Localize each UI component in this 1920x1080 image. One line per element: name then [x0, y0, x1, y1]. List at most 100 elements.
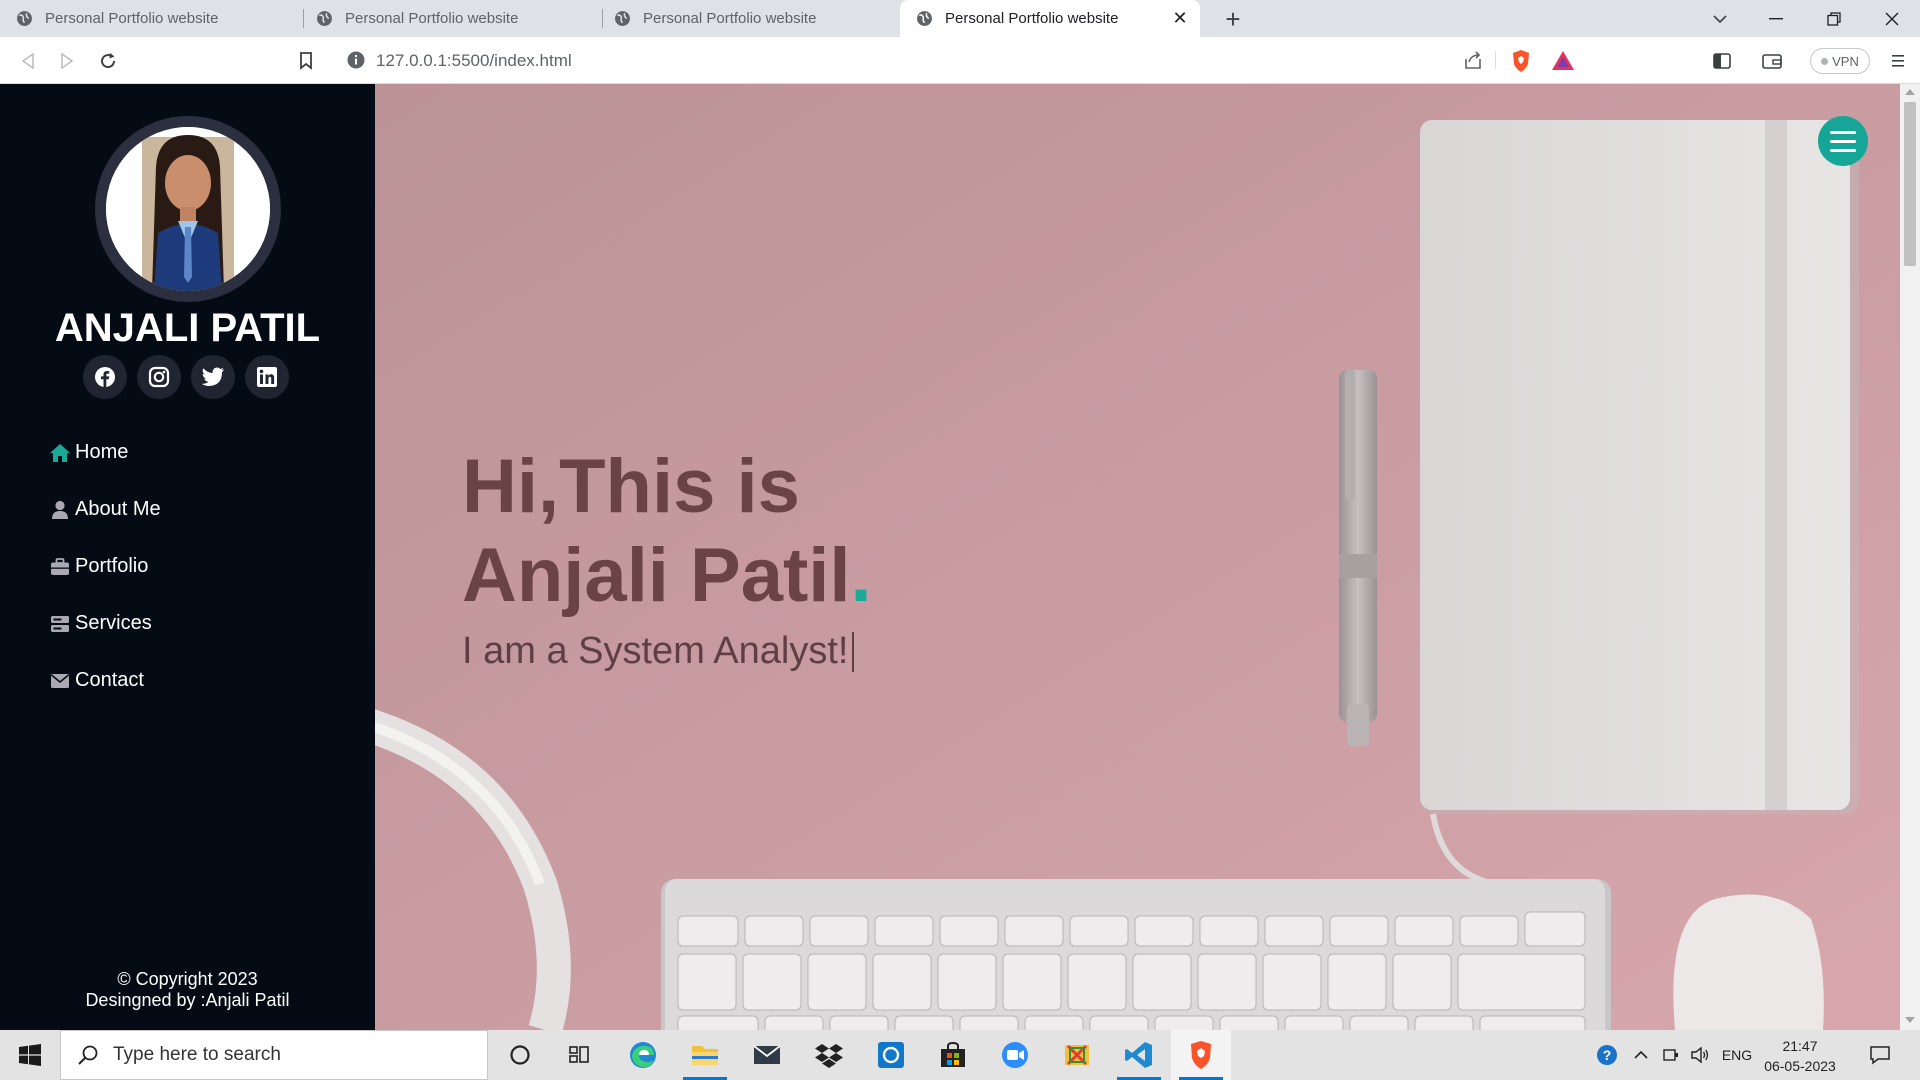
file-explorer-icon[interactable]: [675, 1030, 735, 1080]
task-view-icon[interactable]: [550, 1030, 610, 1080]
user-icon: [49, 499, 71, 521]
hamburger-icon-bar: [1830, 139, 1856, 143]
sidebar-toggle-icon[interactable]: [1708, 47, 1736, 75]
windows-icon: [19, 1044, 41, 1066]
close-tab-icon[interactable]: ✕: [1170, 8, 1190, 28]
wallet-icon[interactable]: [1758, 47, 1786, 75]
tab-4-active[interactable]: Personal Portfolio website ✕: [900, 0, 1200, 37]
hero-title-line2: Anjali Patil.: [462, 531, 872, 620]
envelope-icon: [49, 670, 71, 692]
home-icon: [49, 442, 71, 464]
sidebar: ANJALI PATIL Home About Me Portfolio Ser…: [0, 84, 375, 1030]
hamburger-icon-bar: [1830, 130, 1856, 134]
notifications-icon[interactable]: [1862, 1030, 1898, 1080]
close-window-button[interactable]: [1868, 0, 1916, 37]
tab-title: Personal Portfolio website: [945, 10, 1119, 27]
brave-shields-icon[interactable]: [1508, 48, 1534, 74]
nav-item-home[interactable]: Home: [49, 424, 161, 481]
globe-icon: [317, 11, 332, 26]
power-icon[interactable]: [1658, 1030, 1684, 1080]
globe-icon: [17, 11, 32, 26]
scroll-thumb[interactable]: [1904, 102, 1916, 266]
brave-rewards-icon[interactable]: [1550, 48, 1576, 74]
taskbar-search-box[interactable]: Type here to search: [60, 1030, 488, 1080]
svg-text:?: ?: [1603, 1047, 1612, 1063]
clock-time: 21:47: [1782, 1038, 1818, 1054]
snip-icon[interactable]: [1047, 1030, 1107, 1080]
nav-label-contact: Contact: [75, 669, 144, 691]
vpn-button[interactable]: VPN: [1810, 48, 1870, 74]
zoom-icon[interactable]: [985, 1030, 1045, 1080]
tab-2[interactable]: Personal Portfolio website: [300, 0, 598, 37]
profile-photo: [106, 127, 270, 291]
clock-date: 06-05-2023: [1764, 1058, 1836, 1074]
hero-section: Hi,This is Anjali Patil. I am a System A…: [375, 84, 1900, 1030]
omnibox-divider: [1495, 51, 1496, 69]
help-icon[interactable]: ?: [1592, 1030, 1622, 1080]
brave-icon[interactable]: [1171, 1030, 1231, 1080]
tab-title: Personal Portfolio website: [643, 10, 817, 27]
page-scrollbar[interactable]: [1900, 84, 1920, 1030]
app-icon[interactable]: [861, 1030, 921, 1080]
scroll-up-arrow-icon[interactable]: [1905, 89, 1915, 95]
tab-3[interactable]: Personal Portfolio website: [598, 0, 898, 37]
nav-item-portfolio[interactable]: Portfolio: [49, 538, 161, 595]
restore-button[interactable]: [1810, 0, 1858, 37]
info-icon[interactable]: [346, 50, 366, 70]
store-icon[interactable]: [923, 1030, 983, 1080]
mobile-nav-toggle-button[interactable]: [1818, 116, 1868, 166]
tab-1[interactable]: Personal Portfolio website: [0, 0, 300, 37]
tab-search-chevron-icon[interactable]: [1696, 0, 1744, 37]
menu-icon[interactable]: [1884, 47, 1912, 75]
dropbox-icon[interactable]: [799, 1030, 859, 1080]
profile-photo-ring: [95, 116, 281, 302]
sidebar-nav: Home About Me Portfolio Services Contact: [49, 424, 161, 709]
tab-title: Personal Portfolio website: [45, 10, 219, 27]
hero-name: Anjali Patil: [462, 533, 851, 618]
typing-cursor: [852, 631, 855, 672]
language-indicator[interactable]: ENG: [1718, 1030, 1756, 1080]
cortana-icon[interactable]: [490, 1030, 550, 1080]
facebook-link[interactable]: [83, 355, 127, 399]
twitter-link[interactable]: [191, 355, 235, 399]
hero-text: Hi,This is Anjali Patil. I am a System A…: [462, 442, 872, 673]
tab-title: Personal Portfolio website: [345, 10, 519, 27]
bookmark-icon[interactable]: [292, 47, 320, 75]
start-button[interactable]: [0, 1030, 60, 1080]
new-tab-button[interactable]: +: [1218, 4, 1248, 34]
instagram-link[interactable]: [137, 355, 181, 399]
globe-icon: [917, 11, 932, 26]
scroll-down-arrow-icon[interactable]: [1905, 1017, 1915, 1023]
nav-label-services: Services: [75, 612, 152, 634]
forward-icon[interactable]: [53, 47, 81, 75]
profile-name: ANJALI PATIL: [54, 306, 321, 350]
footer: © Copyright 2023 Desingned by :Anjali Pa…: [0, 969, 375, 1011]
search-placeholder: Type here to search: [113, 1044, 281, 1065]
linkedin-icon: [257, 367, 277, 387]
tab-strip: Personal Portfolio website Personal Port…: [0, 0, 1920, 37]
designed-by-text: Desingned by :Anjali Patil: [85, 990, 290, 1010]
address-bar[interactable]: 127.0.0.1:5500/index.html: [334, 42, 1588, 78]
nav-label-about: About Me: [75, 498, 161, 520]
volume-icon[interactable]: [1686, 1030, 1714, 1080]
minimize-button[interactable]: [1752, 0, 1800, 37]
nav-item-contact[interactable]: Contact: [49, 652, 161, 709]
nav-item-services[interactable]: Services: [49, 595, 161, 652]
social-links: [83, 355, 289, 399]
nav-label-portfolio: Portfolio: [75, 555, 149, 577]
mail-icon[interactable]: [737, 1030, 797, 1080]
back-icon[interactable]: [14, 47, 42, 75]
vscode-icon[interactable]: [1109, 1030, 1169, 1080]
taskbar-clock[interactable]: 21:47 06-05-2023: [1760, 1036, 1840, 1076]
globe-icon: [615, 11, 630, 26]
edge-icon[interactable]: [613, 1030, 673, 1080]
share-icon[interactable]: [1460, 48, 1486, 74]
linkedin-link[interactable]: [245, 355, 289, 399]
reload-icon[interactable]: [94, 47, 122, 75]
nav-item-about[interactable]: About Me: [49, 481, 161, 538]
vpn-status-dot: [1821, 57, 1829, 65]
search-icon: [78, 1045, 98, 1065]
tray-chevron-up-icon[interactable]: [1628, 1030, 1654, 1080]
typed-text: I am a System Analyst!: [462, 630, 849, 672]
briefcase-icon: [49, 556, 71, 578]
